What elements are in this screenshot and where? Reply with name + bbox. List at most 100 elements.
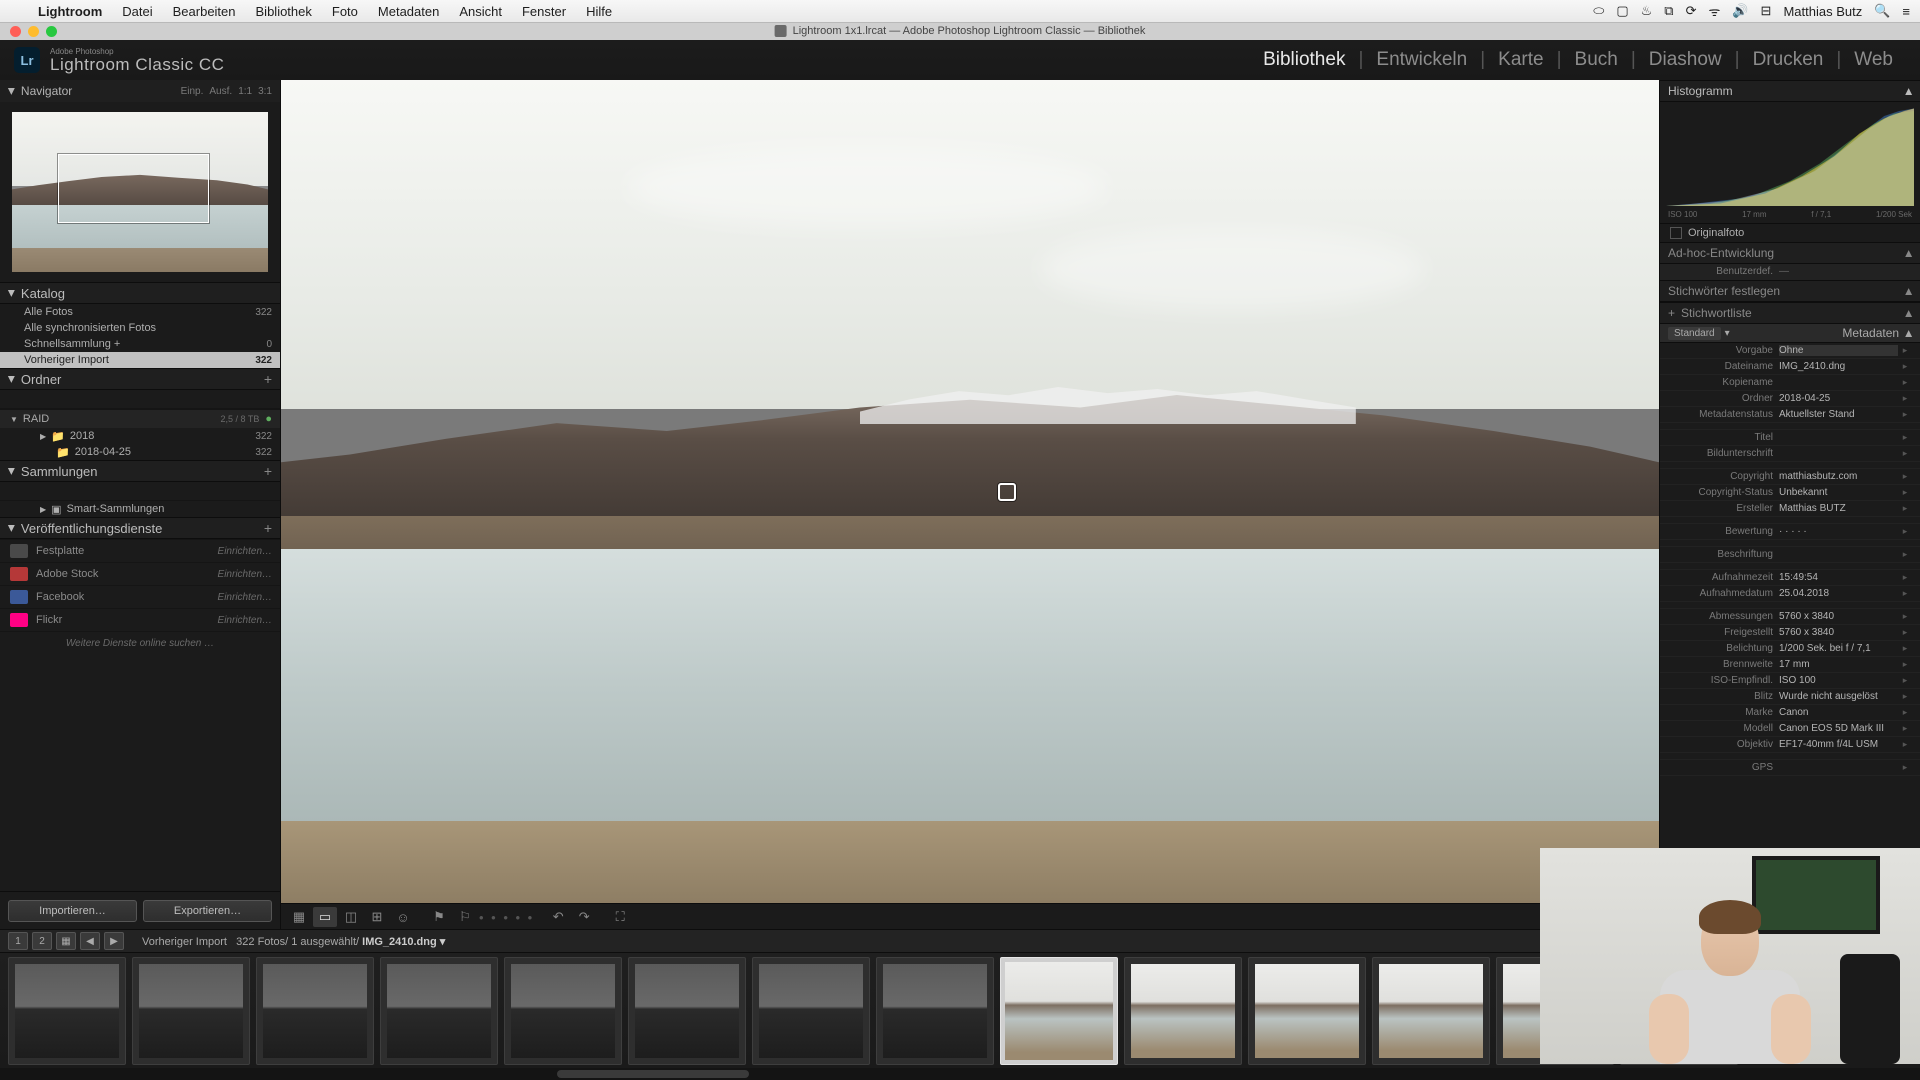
filmstrip-scrollbar[interactable]	[0, 1068, 1920, 1080]
module-drucken[interactable]: Drucken	[1740, 49, 1837, 71]
add-folder-icon[interactable]: +	[264, 371, 272, 387]
menu-hilfe[interactable]: Hilfe	[576, 4, 622, 19]
people-view-button[interactable]: ☺	[391, 907, 415, 927]
filmstrip-thumb[interactable]	[8, 957, 126, 1065]
keywords-header[interactable]: Stichwörter festlegen▶	[1660, 280, 1920, 302]
nav-zoom-fill[interactable]: Ausf.	[209, 86, 232, 97]
grid-mini-icon[interactable]: ▦	[56, 932, 76, 950]
menubar-airplay-icon[interactable]: ▢	[1616, 3, 1628, 19]
keywordlist-header[interactable]: + Stichwortliste▶	[1660, 302, 1920, 324]
publish-service-row[interactable]: FacebookEinrichten…	[0, 585, 280, 608]
metadata-mode-selector[interactable]: Standard ▾ Metadaten ▶	[1660, 324, 1920, 343]
katalog-row[interactable]: Schnellsammlung +0	[0, 336, 280, 352]
metadata-row[interactable]: ModellCanon EOS 5D Mark III▸	[1660, 721, 1920, 737]
secondary-display-1-button[interactable]: 1	[8, 932, 28, 950]
rotate-ccw-icon[interactable]: ↶	[546, 907, 570, 927]
nav-zoom-1to1[interactable]: 1:1	[238, 86, 252, 97]
ordner-header[interactable]: ▶ Ordner +	[0, 368, 280, 390]
metadata-row[interactable]: MarkeCanon▸	[1660, 705, 1920, 721]
smart-collections[interactable]: ▶ ▣ Smart-Sammlungen	[0, 501, 280, 517]
module-diashow[interactable]: Diashow	[1636, 49, 1735, 71]
filmstrip-thumb[interactable]	[1372, 957, 1490, 1065]
katalog-row[interactable]: Vorheriger Import322	[0, 352, 280, 368]
menu-metadaten[interactable]: Metadaten	[368, 4, 449, 19]
navigator-preview[interactable]	[12, 112, 268, 272]
navigator-header[interactable]: ▶ Navigator Einp. Ausf. 1:1 3:1	[0, 80, 280, 102]
flag-reject-icon[interactable]: ⚐	[453, 907, 477, 927]
menu-bearbeiten[interactable]: Bearbeiten	[163, 4, 246, 19]
publish-service-row[interactable]: FestplatteEinrichten…	[0, 539, 280, 562]
metadata-row[interactable]: Beschriftung▸	[1660, 547, 1920, 563]
window-minimize-button[interactable]	[28, 26, 39, 37]
nav-zoom-fit[interactable]: Einp.	[181, 86, 204, 97]
module-bibliothek[interactable]: Bibliothek	[1250, 49, 1358, 71]
filmstrip-thumb[interactable]	[504, 957, 622, 1065]
filmstrip-thumb[interactable]	[628, 957, 746, 1065]
forward-button[interactable]: ▶	[104, 932, 124, 950]
metadata-row[interactable]: Belichtung1/200 Sek. bei f / 7,1▸	[1660, 641, 1920, 657]
folder-2018-04-25[interactable]: 📁 2018-04-25 322	[0, 444, 280, 460]
publish-more-link[interactable]: Weitere Dienste online suchen …	[0, 631, 280, 655]
metadata-row[interactable]: Copyrightmatthiasbutz.com▸	[1660, 469, 1920, 485]
sammlungen-header[interactable]: ▶ Sammlungen +	[0, 460, 280, 482]
publish-service-row[interactable]: FlickrEinrichten…	[0, 608, 280, 631]
import-button[interactable]: Importieren…	[8, 900, 137, 922]
rotate-cw-icon[interactable]: ↷	[572, 907, 596, 927]
metadata-row[interactable]: Aufnahmezeit15:49:54▸	[1660, 570, 1920, 586]
metadata-row[interactable]: ObjektivEF17-40mm f/4L USM▸	[1660, 737, 1920, 753]
menu-foto[interactable]: Foto	[322, 4, 368, 19]
menubar-notification-icon[interactable]: ≡	[1902, 4, 1910, 19]
katalog-header[interactable]: ▶ Katalog	[0, 282, 280, 304]
metadata-row[interactable]: Ordner2018-04-25▸	[1660, 391, 1920, 407]
katalog-row[interactable]: Alle Fotos322	[0, 304, 280, 320]
menubar-spotlight-icon[interactable]: 🔍	[1874, 3, 1890, 19]
histogram[interactable]	[1666, 106, 1914, 206]
navigator-viewport-frame[interactable]	[58, 154, 208, 223]
volume-row[interactable]: ▼ RAID 2,5 / 8 TB ●	[0, 409, 280, 428]
menubar-dropbox-icon[interactable]: ⧉	[1664, 3, 1673, 19]
metadata-row[interactable]: Aufnahmedatum25.04.2018▸	[1660, 586, 1920, 602]
menu-fenster[interactable]: Fenster	[512, 4, 576, 19]
menubar-wifi-icon[interactable]: ᯤ	[1708, 2, 1720, 20]
menubar-flame-icon[interactable]: ♨	[1641, 3, 1653, 19]
rating-stars[interactable]: • • • • •	[479, 910, 534, 925]
metadata-row[interactable]: BlitzWurde nicht ausgelöst▸	[1660, 689, 1920, 705]
loupe-view-button[interactable]: ▭	[313, 907, 337, 927]
menu-bibliothek[interactable]: Bibliothek	[246, 4, 322, 19]
metadata-row[interactable]: Abmessungen5760 x 3840▸	[1660, 609, 1920, 625]
metadata-row[interactable]: Bildunterschrift▸	[1660, 446, 1920, 462]
add-publish-icon[interactable]: +	[264, 520, 272, 536]
survey-view-button[interactable]: ⊞	[365, 907, 389, 927]
filmstrip-thumb[interactable]	[132, 957, 250, 1065]
menubar-timemachine-icon[interactable]: ⟳	[1686, 3, 1697, 19]
katalog-row[interactable]: Alle synchronisierten Fotos	[0, 320, 280, 336]
menubar-display-icon[interactable]: ⊟	[1761, 3, 1772, 19]
publish-header[interactable]: ▶ Veröffentlichungsdienste +	[0, 517, 280, 539]
window-zoom-button[interactable]	[46, 26, 57, 37]
compare-view-button[interactable]: ◫	[339, 907, 363, 927]
filmstrip-thumb[interactable]	[876, 957, 994, 1065]
filmstrip-current-file[interactable]: IMG_2410.dng ▾	[362, 936, 445, 948]
filmstrip-thumb[interactable]	[256, 957, 374, 1065]
filmstrip-thumb[interactable]	[1000, 957, 1118, 1065]
grid-view-button[interactable]: ▦	[287, 907, 311, 927]
metadata-row[interactable]: GPS▸	[1660, 760, 1920, 776]
module-karte[interactable]: Karte	[1485, 49, 1556, 71]
back-button[interactable]: ◀	[80, 932, 100, 950]
loupe-view[interactable]	[281, 80, 1659, 903]
metadata-row[interactable]: Brennweite17 mm▸	[1660, 657, 1920, 673]
module-web[interactable]: Web	[1841, 49, 1906, 71]
menubar-cc-icon[interactable]: ⬭	[1593, 3, 1604, 19]
publish-service-row[interactable]: Adobe StockEinrichten…	[0, 562, 280, 585]
slideshow-icon[interactable]: ⛶	[608, 907, 632, 927]
module-buch[interactable]: Buch	[1562, 49, 1631, 71]
filmstrip-thumb[interactable]	[1124, 957, 1242, 1065]
metadata-row[interactable]: Titel▸	[1660, 430, 1920, 446]
menubar-volume-icon[interactable]: 🔊	[1732, 3, 1748, 19]
metadata-row[interactable]: ErstellerMatthias BUTZ▸	[1660, 501, 1920, 517]
metadata-row[interactable]: Freigestellt5760 x 3840▸	[1660, 625, 1920, 641]
add-collection-icon[interactable]: +	[264, 463, 272, 479]
menubar-user[interactable]: Matthias Butz	[1783, 4, 1862, 19]
nav-zoom-custom[interactable]: 3:1	[258, 86, 272, 97]
metadata-row[interactable]: VorgabeOhne▸	[1660, 343, 1920, 359]
